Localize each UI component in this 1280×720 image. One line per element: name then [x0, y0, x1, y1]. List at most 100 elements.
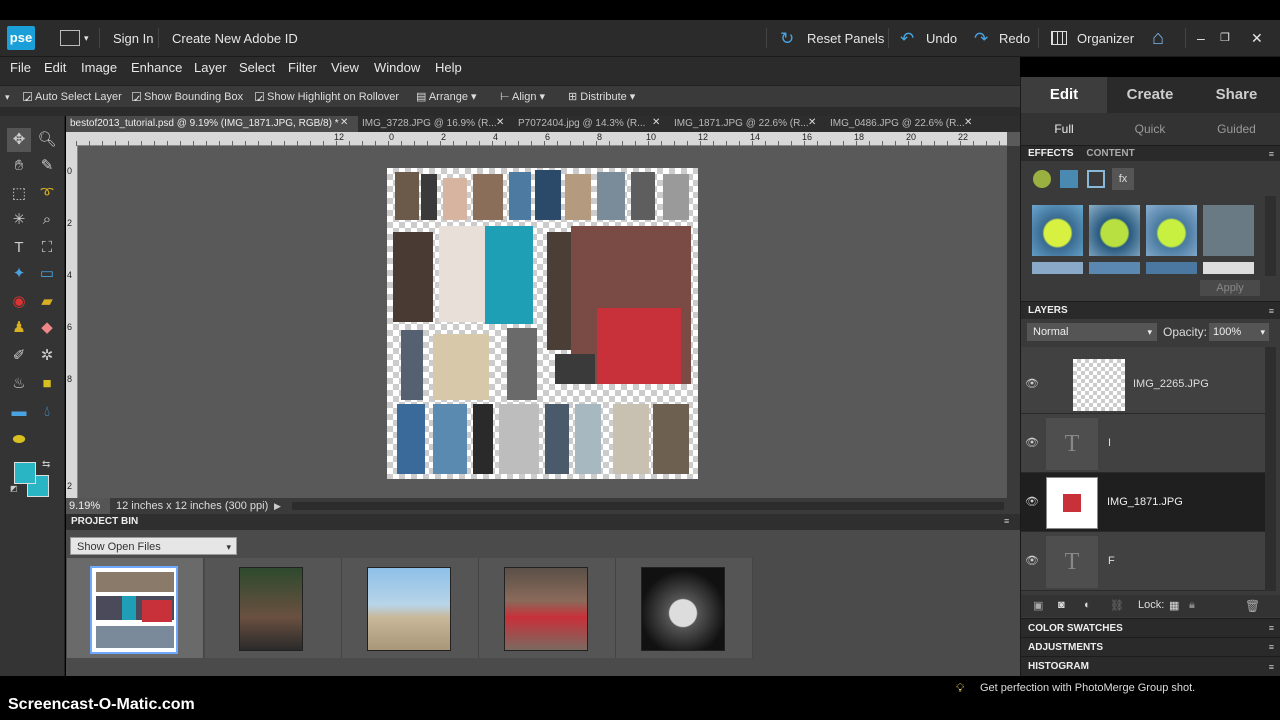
- healing-brush-tool-icon[interactable]: ▰: [35, 290, 59, 314]
- effect-thumb[interactable]: [1089, 205, 1140, 256]
- eye-icon[interactable]: 👁︎: [1024, 532, 1040, 591]
- adjustment-layer-icon[interactable]: ◐: [1084, 599, 1091, 611]
- undo-icon[interactable]: ↶: [900, 20, 914, 57]
- document-canvas[interactable]: [387, 168, 698, 479]
- effect-thumb[interactable]: [1146, 205, 1197, 256]
- minimize-icon[interactable]: –: [1197, 20, 1205, 57]
- photo-effects-icon[interactable]: [1087, 170, 1105, 188]
- project-bin-dropdown[interactable]: Show Open Files ▾: [70, 537, 237, 555]
- sign-in-link[interactable]: Sign In: [113, 20, 153, 57]
- tab-img-0486[interactable]: IMG_0486.JPG @ 22.6% (R...: [826, 116, 982, 132]
- eye-icon[interactable]: 👁︎: [1024, 355, 1040, 414]
- reset-panels-button[interactable]: Reset Panels: [807, 20, 884, 57]
- project-bin-item[interactable]: [616, 558, 753, 658]
- paint-bucket-tool-icon[interactable]: ♨: [7, 372, 31, 396]
- filters-icon[interactable]: [1033, 170, 1051, 188]
- effect-thumb[interactable]: [1089, 262, 1140, 274]
- blur-tool-icon[interactable]: 💧︎: [35, 400, 59, 424]
- effect-thumb[interactable]: [1032, 262, 1083, 274]
- organizer-icon[interactable]: [1051, 31, 1067, 45]
- workspace-icon[interactable]: [60, 30, 80, 46]
- status-menu-arrow-icon[interactable]: ▶: [274, 498, 281, 514]
- redo-button[interactable]: Redo: [999, 20, 1030, 57]
- workspace-dropdown-icon[interactable]: ▾: [84, 20, 89, 57]
- trash-icon[interactable]: 🗑︎: [1245, 599, 1260, 613]
- layer-mask-icon[interactable]: ◙: [1058, 599, 1065, 611]
- tab-p7072404[interactable]: P7072404.jpg @ 14.3% (R...: [514, 116, 670, 132]
- move-tool-icon[interactable]: ✥: [7, 128, 31, 152]
- layer-styles-icon[interactable]: [1060, 170, 1078, 188]
- cookie-cutter-tool-icon[interactable]: ✦: [7, 262, 31, 286]
- document-info[interactable]: 12 inches x 12 inches (300 ppi): [116, 498, 268, 514]
- type-tool-icon[interactable]: T: [7, 236, 31, 260]
- restore-icon[interactable]: ❐: [1220, 20, 1230, 57]
- distribute-dropdown[interactable]: ⊞ Distribute ▾: [568, 86, 635, 108]
- sponge-tool-icon[interactable]: ⬬: [7, 428, 31, 452]
- close-icon[interactable]: ✕: [340, 117, 348, 128]
- layer-row-selected[interactable]: 👁︎ IMG_1871.JPG: [1021, 473, 1265, 532]
- tab-img-1871[interactable]: IMG_1871.JPG @ 22.6% (R...: [670, 116, 826, 132]
- foreground-color-swatch[interactable]: [14, 462, 36, 484]
- menu-help[interactable]: Help: [435, 57, 462, 79]
- create-id-link[interactable]: Create New Adobe ID: [172, 20, 298, 57]
- layer-row[interactable]: 👁︎ T I: [1021, 414, 1265, 473]
- undo-button[interactable]: Undo: [926, 20, 957, 57]
- tab-effects[interactable]: EFFECTS: [1028, 148, 1074, 159]
- subtab-quick[interactable]: Quick: [1107, 113, 1193, 145]
- redo-icon[interactable]: ↷: [974, 20, 988, 57]
- close-icon[interactable]: ✕: [1251, 20, 1263, 57]
- vertical-scrollbar[interactable]: [1007, 146, 1020, 498]
- shape-tool-icon[interactable]: ▬: [7, 400, 31, 424]
- menu-image[interactable]: Image: [81, 57, 117, 79]
- panel-menu-icon[interactable]: ≡: [1004, 516, 1009, 526]
- subtab-guided[interactable]: Guided: [1193, 113, 1280, 145]
- reset-panels-icon[interactable]: ↻: [780, 20, 794, 57]
- lock-pixels-icon[interactable]: ▦: [1169, 599, 1179, 612]
- menu-layer[interactable]: Layer: [194, 57, 227, 79]
- lasso-tool-icon[interactable]: ➰︎: [35, 182, 59, 206]
- close-icon[interactable]: ✕: [496, 117, 504, 128]
- eye-icon[interactable]: 👁︎: [1024, 473, 1040, 532]
- link-icon[interactable]: ⛓: [1110, 599, 1124, 612]
- effect-thumb[interactable]: [1146, 262, 1197, 274]
- menu-edit[interactable]: Edit: [44, 57, 66, 79]
- layer-row[interactable]: 👁︎ IMG_2265.JPG: [1021, 355, 1265, 414]
- panel-menu-icon[interactable]: ≡: [1269, 657, 1274, 677]
- quick-selection-tool-icon[interactable]: ⌕: [35, 208, 59, 232]
- brush-tool-icon[interactable]: ✐: [7, 344, 31, 368]
- tab-content[interactable]: CONTENT: [1086, 148, 1134, 159]
- crop-tool-icon[interactable]: ⛶: [35, 236, 59, 260]
- straighten-tool-icon[interactable]: ▭: [35, 262, 59, 286]
- layer-name[interactable]: I: [1108, 437, 1111, 449]
- project-bin-item[interactable]: [205, 558, 342, 658]
- opacity-input[interactable]: 100% ▾: [1209, 323, 1269, 341]
- zoom-tool-icon[interactable]: 🔍︎: [35, 128, 59, 152]
- default-colors-icon[interactable]: ◩: [10, 484, 18, 493]
- effects-scrollbar[interactable]: [1265, 196, 1276, 276]
- histogram-header[interactable]: HISTOGRAM ≡: [1021, 656, 1280, 676]
- effect-thumb[interactable]: [1203, 205, 1254, 256]
- red-eye-tool-icon[interactable]: ◉: [7, 290, 31, 314]
- tool-preset-dropdown-icon[interactable]: ▾: [5, 86, 10, 108]
- menu-view[interactable]: View: [331, 57, 359, 79]
- subtab-full[interactable]: Full: [1021, 113, 1107, 145]
- close-icon[interactable]: ✕: [652, 117, 660, 128]
- panel-menu-icon[interactable]: ≡: [1269, 638, 1274, 657]
- apply-button[interactable]: Apply: [1200, 280, 1260, 296]
- gradient-tool-icon[interactable]: ■: [35, 372, 59, 396]
- tip-text[interactable]: Get perfection with PhotoMerge Group sho…: [980, 682, 1195, 694]
- layers-scrollbar[interactable]: [1265, 347, 1276, 591]
- color-swatches-header[interactable]: COLOR SWATCHES ≡: [1021, 618, 1280, 637]
- close-icon[interactable]: ✕: [808, 117, 816, 128]
- organizer-button[interactable]: Organizer: [1077, 20, 1134, 57]
- layer-name[interactable]: F: [1108, 555, 1115, 567]
- project-bin-item[interactable]: [342, 558, 479, 658]
- tab-img-3728[interactable]: IMG_3728.JPG @ 16.9% (R...: [358, 116, 514, 132]
- auto-select-checkbox[interactable]: Auto Select Layer: [23, 86, 122, 111]
- new-layer-icon[interactable]: ▣: [1033, 599, 1043, 612]
- layer-name[interactable]: IMG_2265.JPG: [1133, 378, 1209, 390]
- effect-thumb[interactable]: [1032, 205, 1083, 256]
- clone-stamp-tool-icon[interactable]: ♟: [7, 316, 31, 340]
- tab-edit[interactable]: Edit: [1021, 77, 1107, 113]
- blend-mode-dropdown[interactable]: Normal ▾: [1027, 323, 1157, 341]
